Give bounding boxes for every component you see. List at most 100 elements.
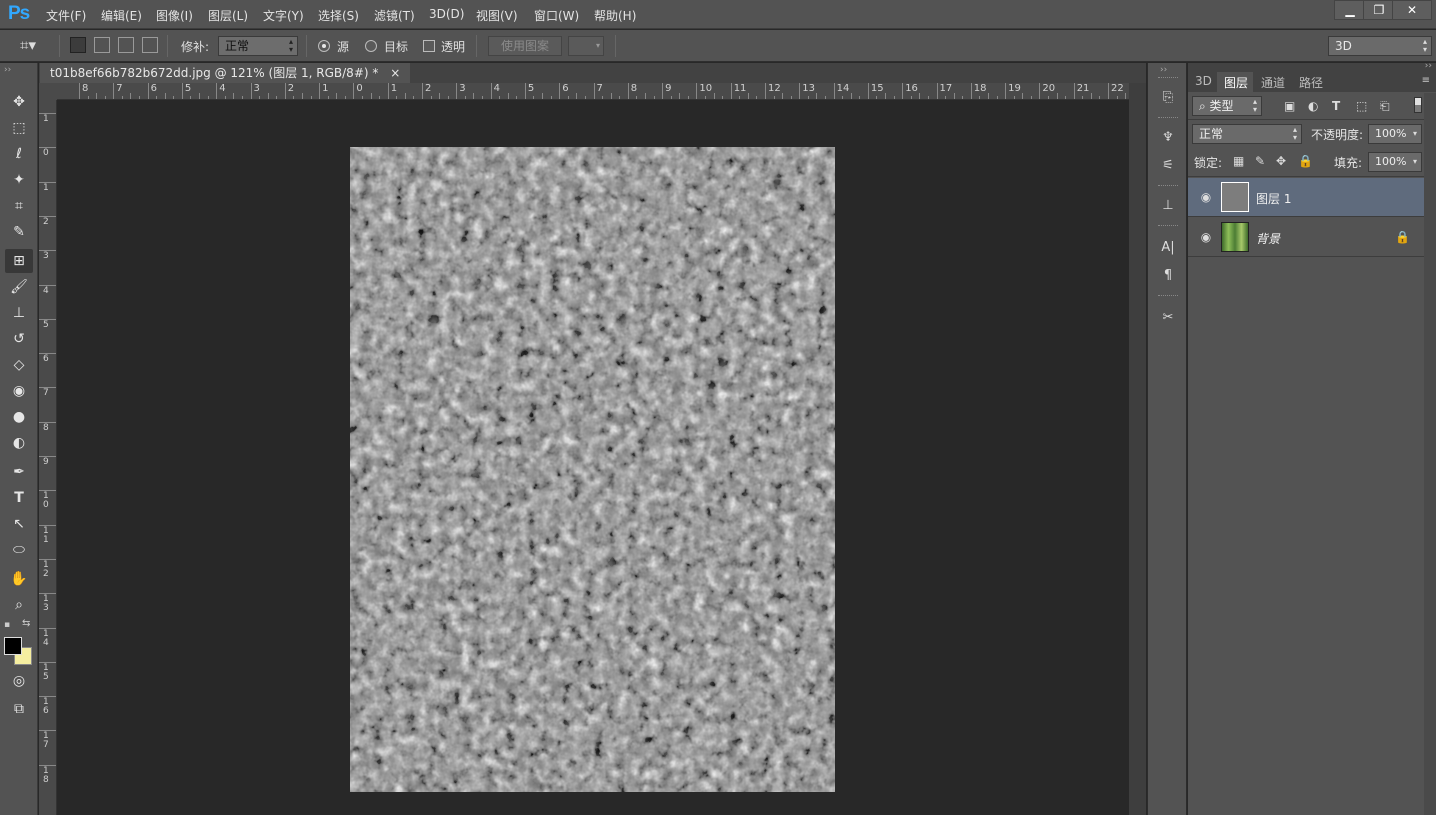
visibility-eye-icon[interactable]: ◉	[1198, 230, 1214, 244]
restore-button[interactable]: ❐	[1363, 0, 1395, 20]
blend-mode-select[interactable]: 正常 ▴ ▾	[1192, 124, 1302, 144]
patch-mode-select[interactable]: 正常 ▴ ▾	[218, 36, 298, 56]
blur-tool-icon[interactable]: ●	[5, 405, 33, 429]
hand-tool-icon[interactable]: ✋	[5, 567, 33, 591]
menu-file[interactable]: 文件(F)	[46, 7, 86, 24]
lasso-tool-icon[interactable]: ℓ	[5, 142, 33, 166]
shape-filter-icon[interactable]: ⬚	[1356, 99, 1367, 113]
noise-texture-image[interactable]	[350, 147, 835, 792]
menu-edit[interactable]: 编辑(E)	[101, 7, 142, 24]
collapse-icon[interactable]: ››	[1425, 61, 1432, 71]
lock-transparent-icon[interactable]: ▦	[1233, 154, 1244, 168]
visibility-eye-icon[interactable]: ◉	[1198, 190, 1214, 204]
type-tool-icon[interactable]: T	[5, 486, 33, 510]
smart-object-filter-icon[interactable]: ⎗	[1380, 99, 1390, 114]
magic-wand-icon[interactable]: ✦	[5, 168, 33, 192]
transparent-checkbox[interactable]	[423, 40, 435, 52]
filter-kind-select[interactable]: ⌕ 类型 ▴ ▾	[1192, 96, 1262, 116]
panel-menu-icon[interactable]: ≡	[1422, 75, 1430, 86]
dock-grip[interactable]	[1158, 77, 1178, 80]
menu-image[interactable]: 图像(I)	[156, 7, 193, 24]
opacity-label: 不透明度:	[1311, 128, 1364, 142]
patch-tool-preset-icon[interactable]: ⌗▾	[20, 36, 36, 54]
menu-view[interactable]: 视图(V)	[476, 7, 518, 24]
layer-row-background[interactable]: ◉ 背景 🔒	[1188, 218, 1424, 257]
path-selection-icon[interactable]: ↖	[5, 512, 33, 536]
marquee-tool-icon[interactable]: ⬚	[5, 116, 33, 140]
tab-3d[interactable]: 3D	[1195, 74, 1212, 88]
workspace-select[interactable]: 3D ▴ ▾	[1328, 36, 1432, 56]
tool-presets-icon[interactable]: ✂	[1155, 307, 1181, 329]
pattern-picker[interactable]: ▾	[568, 36, 604, 56]
lock-pixels-icon[interactable]: ✎	[1255, 154, 1265, 168]
type-filter-icon[interactable]: T	[1332, 99, 1340, 113]
fill-input[interactable]: 100% ▾	[1368, 152, 1422, 172]
default-colors-icon[interactable]: ▪	[4, 620, 10, 630]
subtract-selection-icon[interactable]	[118, 37, 134, 53]
screen-mode-icon[interactable]: ⧉	[5, 697, 33, 721]
brush-presets-icon[interactable]: ⚟	[1155, 155, 1181, 177]
layers-scrollbar[interactable]	[1424, 93, 1436, 815]
target-radio[interactable]	[365, 40, 377, 52]
menu-window[interactable]: 窗口(W)	[534, 7, 579, 24]
close-tab-icon[interactable]: ×	[390, 66, 400, 80]
history-panel-icon[interactable]: ⎘	[1155, 87, 1181, 109]
intersect-selection-icon[interactable]	[142, 37, 158, 53]
ellipse-tool-icon[interactable]: ⬭	[5, 538, 33, 562]
brush-tool-icon[interactable]: 🖌	[5, 275, 33, 299]
dock-grip[interactable]	[1158, 185, 1178, 188]
patch-tool-icon[interactable]: ⊞	[5, 249, 33, 273]
tab-paths[interactable]: 路径	[1299, 74, 1323, 91]
menu-help[interactable]: 帮助(H)	[594, 7, 636, 24]
eyedropper-icon[interactable]: ✎	[5, 220, 33, 244]
divider	[59, 35, 60, 57]
filter-toggle[interactable]	[1414, 97, 1422, 113]
paint-bucket-icon[interactable]: ◉	[5, 379, 33, 403]
menu-3d[interactable]: 3D(D)	[429, 7, 464, 21]
menu-type[interactable]: 文字(Y)	[263, 7, 304, 24]
tab-channels[interactable]: 通道	[1261, 74, 1285, 91]
ruler-minor-tick	[644, 93, 646, 99]
minimize-button[interactable]: ▁	[1334, 0, 1366, 20]
adjustment-filter-icon[interactable]: ◐	[1308, 99, 1318, 113]
menu-layer[interactable]: 图层(L)	[208, 7, 248, 24]
lock-all-icon[interactable]: 🔒	[1298, 154, 1313, 168]
document-tab[interactable]: t01b8ef66b782b672dd.jpg @ 121% (图层 1, RG…	[40, 63, 411, 83]
eraser-tool-icon[interactable]: ◇	[5, 353, 33, 377]
add-to-selection-icon[interactable]	[94, 37, 110, 53]
clone-source-icon[interactable]: ⊥	[1155, 195, 1181, 217]
new-selection-icon[interactable]	[70, 37, 86, 53]
dock-grip[interactable]	[1158, 225, 1178, 228]
dock-grip[interactable]	[1158, 117, 1178, 120]
brush-panel-icon[interactable]: ♆	[1155, 127, 1181, 149]
tab-layers[interactable]: 图层	[1224, 74, 1248, 91]
zoom-tool-icon[interactable]: ⌕	[5, 593, 33, 617]
foreground-color-swatch[interactable]	[4, 637, 22, 655]
close-button[interactable]: ✕	[1392, 0, 1432, 20]
move-tool-icon[interactable]: ✥	[5, 90, 33, 114]
layer-row-layer1[interactable]: ◉ 图层 1	[1188, 178, 1424, 217]
opacity-input[interactable]: 100% ▾	[1368, 124, 1422, 144]
menu-filter[interactable]: 滤镜(T)	[374, 7, 415, 24]
history-brush-icon[interactable]: ↺	[5, 327, 33, 351]
dodge-tool-icon[interactable]: ◐	[5, 431, 33, 455]
menu-select[interactable]: 选择(S)	[318, 7, 359, 24]
expand-icon[interactable]: ››	[4, 65, 11, 75]
source-radio[interactable]	[318, 40, 330, 52]
vertical-scrollbar[interactable]	[1129, 83, 1146, 815]
pen-tool-icon[interactable]: ✒	[5, 460, 33, 484]
lock-position-icon[interactable]: ✥	[1276, 154, 1286, 168]
dock-grip[interactable]	[1158, 295, 1178, 298]
ruler-tick	[970, 83, 972, 99]
collapse-icon[interactable]: ››	[1160, 65, 1167, 75]
pixel-filter-icon[interactable]: ▣	[1284, 99, 1295, 113]
ruler-tick	[113, 83, 115, 99]
character-panel-icon[interactable]: A|	[1155, 237, 1181, 259]
swap-colors-icon[interactable]: ⇆	[22, 618, 30, 629]
clone-stamp-icon[interactable]: ⊥	[5, 301, 33, 325]
ruler-tick	[1073, 83, 1075, 99]
crop-tool-icon[interactable]: ⌗	[5, 194, 33, 218]
paragraph-panel-icon[interactable]: ¶	[1155, 265, 1181, 287]
use-pattern-button[interactable]: 使用图案	[488, 36, 562, 56]
quick-mask-icon[interactable]: ◎	[5, 669, 33, 693]
